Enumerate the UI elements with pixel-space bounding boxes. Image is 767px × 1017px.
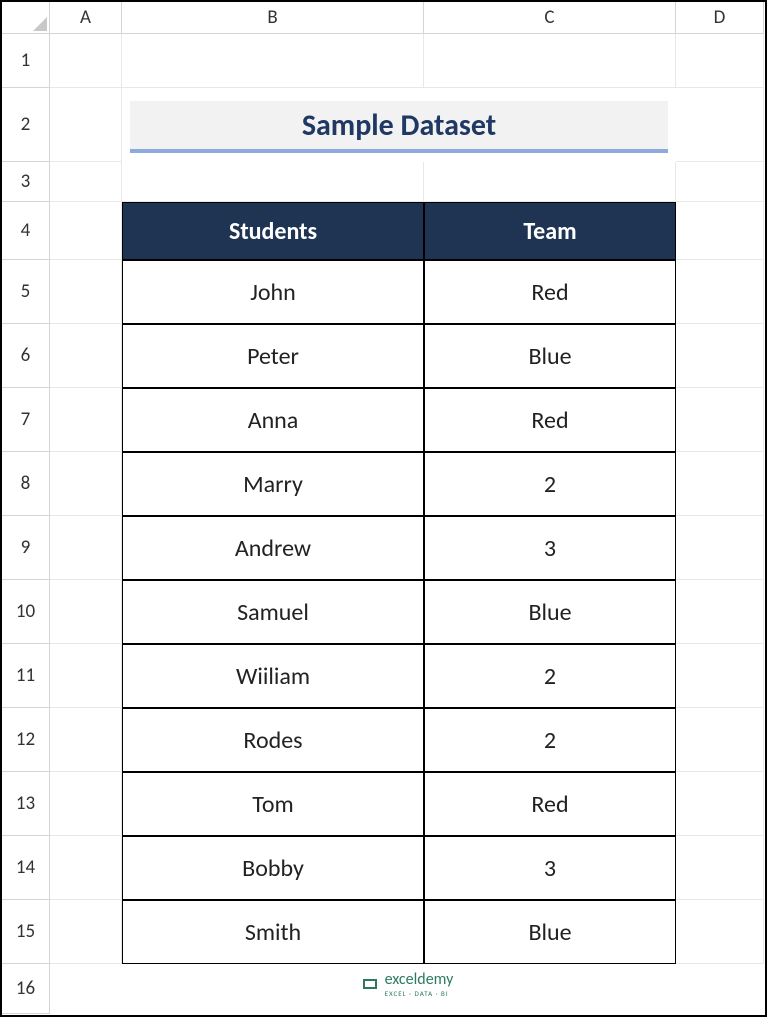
logo-text: exceldemy — [385, 970, 454, 989]
cell-d9[interactable] — [676, 516, 764, 580]
row-header-15[interactable]: 15 — [2, 900, 50, 964]
row-header-6[interactable]: 6 — [2, 324, 50, 388]
col-header-c[interactable]: C — [424, 2, 676, 34]
cell-d13[interactable] — [676, 772, 764, 836]
footer: exceldemy EXCEL · DATA · BI — [50, 964, 764, 1014]
cell-d12[interactable] — [676, 708, 764, 772]
table-row[interactable]: Rodes — [122, 708, 424, 772]
cell-a4[interactable] — [50, 202, 122, 260]
cell-a3[interactable] — [50, 162, 122, 202]
table-row[interactable]: Andrew — [122, 516, 424, 580]
table-row[interactable]: Blue — [424, 324, 676, 388]
cell-d2[interactable] — [676, 88, 764, 162]
row-header-5[interactable]: 5 — [2, 260, 50, 324]
row-header-14[interactable]: 14 — [2, 836, 50, 900]
cell-a13[interactable] — [50, 772, 122, 836]
cell-d10[interactable] — [676, 580, 764, 644]
row-header-12[interactable]: 12 — [2, 708, 50, 772]
table-header-students[interactable]: Students — [122, 202, 424, 260]
table-row[interactable]: 2 — [424, 708, 676, 772]
table-row[interactable]: John — [122, 260, 424, 324]
table-row[interactable]: 2 — [424, 644, 676, 708]
cell-d1[interactable] — [676, 34, 764, 88]
cell-d15[interactable] — [676, 900, 764, 964]
table-row[interactable]: Peter — [122, 324, 424, 388]
cell-d8[interactable] — [676, 452, 764, 516]
spreadsheet-grid: A B C D 1 2 Sample Dataset 3 4 Students … — [2, 2, 765, 1015]
row-header-11[interactable]: 11 — [2, 644, 50, 708]
row-header-4[interactable]: 4 — [2, 202, 50, 260]
cell-a12[interactable] — [50, 708, 122, 772]
logo-icon — [361, 975, 379, 993]
page-title: Sample Dataset — [130, 101, 668, 153]
table-row[interactable]: Smith — [122, 900, 424, 964]
cell-d11[interactable] — [676, 644, 764, 708]
cell-a14[interactable] — [50, 836, 122, 900]
logo: exceldemy EXCEL · DATA · BI — [361, 970, 454, 998]
cell-a9[interactable] — [50, 516, 122, 580]
table-row[interactable]: Red — [424, 772, 676, 836]
logo-subtext: EXCEL · DATA · BI — [385, 989, 454, 998]
cell-a1[interactable] — [50, 34, 122, 88]
table-row[interactable]: 2 — [424, 452, 676, 516]
col-header-d[interactable]: D — [676, 2, 764, 34]
select-all-icon — [33, 17, 47, 31]
table-row[interactable]: Bobby — [122, 836, 424, 900]
table-header-team[interactable]: Team — [424, 202, 676, 260]
col-header-a[interactable]: A — [50, 2, 122, 34]
table-row[interactable]: Blue — [424, 580, 676, 644]
cell-a8[interactable] — [50, 452, 122, 516]
row-header-9[interactable]: 9 — [2, 516, 50, 580]
cell-d7[interactable] — [676, 388, 764, 452]
cell-b3[interactable] — [122, 162, 424, 202]
table-row[interactable]: Tom — [122, 772, 424, 836]
select-all-corner[interactable] — [2, 2, 50, 34]
cell-c3[interactable] — [424, 162, 676, 202]
table-row[interactable]: Red — [424, 260, 676, 324]
cell-a7[interactable] — [50, 388, 122, 452]
cell-a11[interactable] — [50, 644, 122, 708]
row-header-7[interactable]: 7 — [2, 388, 50, 452]
row-header-3[interactable]: 3 — [2, 162, 50, 202]
cell-d5[interactable] — [676, 260, 764, 324]
cell-a2[interactable] — [50, 88, 122, 162]
table-row[interactable]: Red — [424, 388, 676, 452]
cell-a6[interactable] — [50, 324, 122, 388]
cell-d3[interactable] — [676, 162, 764, 202]
cell-a10[interactable] — [50, 580, 122, 644]
cell-d14[interactable] — [676, 836, 764, 900]
table-row[interactable]: 3 — [424, 516, 676, 580]
row-header-13[interactable]: 13 — [2, 772, 50, 836]
cell-d6[interactable] — [676, 324, 764, 388]
col-header-b[interactable]: B — [122, 2, 424, 34]
table-row[interactable]: Marry — [122, 452, 424, 516]
row-header-16[interactable]: 16 — [2, 964, 50, 1014]
title-cell[interactable]: Sample Dataset — [122, 88, 676, 162]
cell-a5[interactable] — [50, 260, 122, 324]
cell-c1[interactable] — [424, 34, 676, 88]
row-header-8[interactable]: 8 — [2, 452, 50, 516]
table-row[interactable]: Anna — [122, 388, 424, 452]
table-row[interactable]: 3 — [424, 836, 676, 900]
row-header-1[interactable]: 1 — [2, 34, 50, 88]
row-header-2[interactable]: 2 — [2, 88, 50, 162]
cell-d4[interactable] — [676, 202, 764, 260]
table-row[interactable]: Samuel — [122, 580, 424, 644]
cell-b1[interactable] — [122, 34, 424, 88]
row-header-10[interactable]: 10 — [2, 580, 50, 644]
cell-a15[interactable] — [50, 900, 122, 964]
table-row[interactable]: Blue — [424, 900, 676, 964]
table-row[interactable]: Wiiliam — [122, 644, 424, 708]
